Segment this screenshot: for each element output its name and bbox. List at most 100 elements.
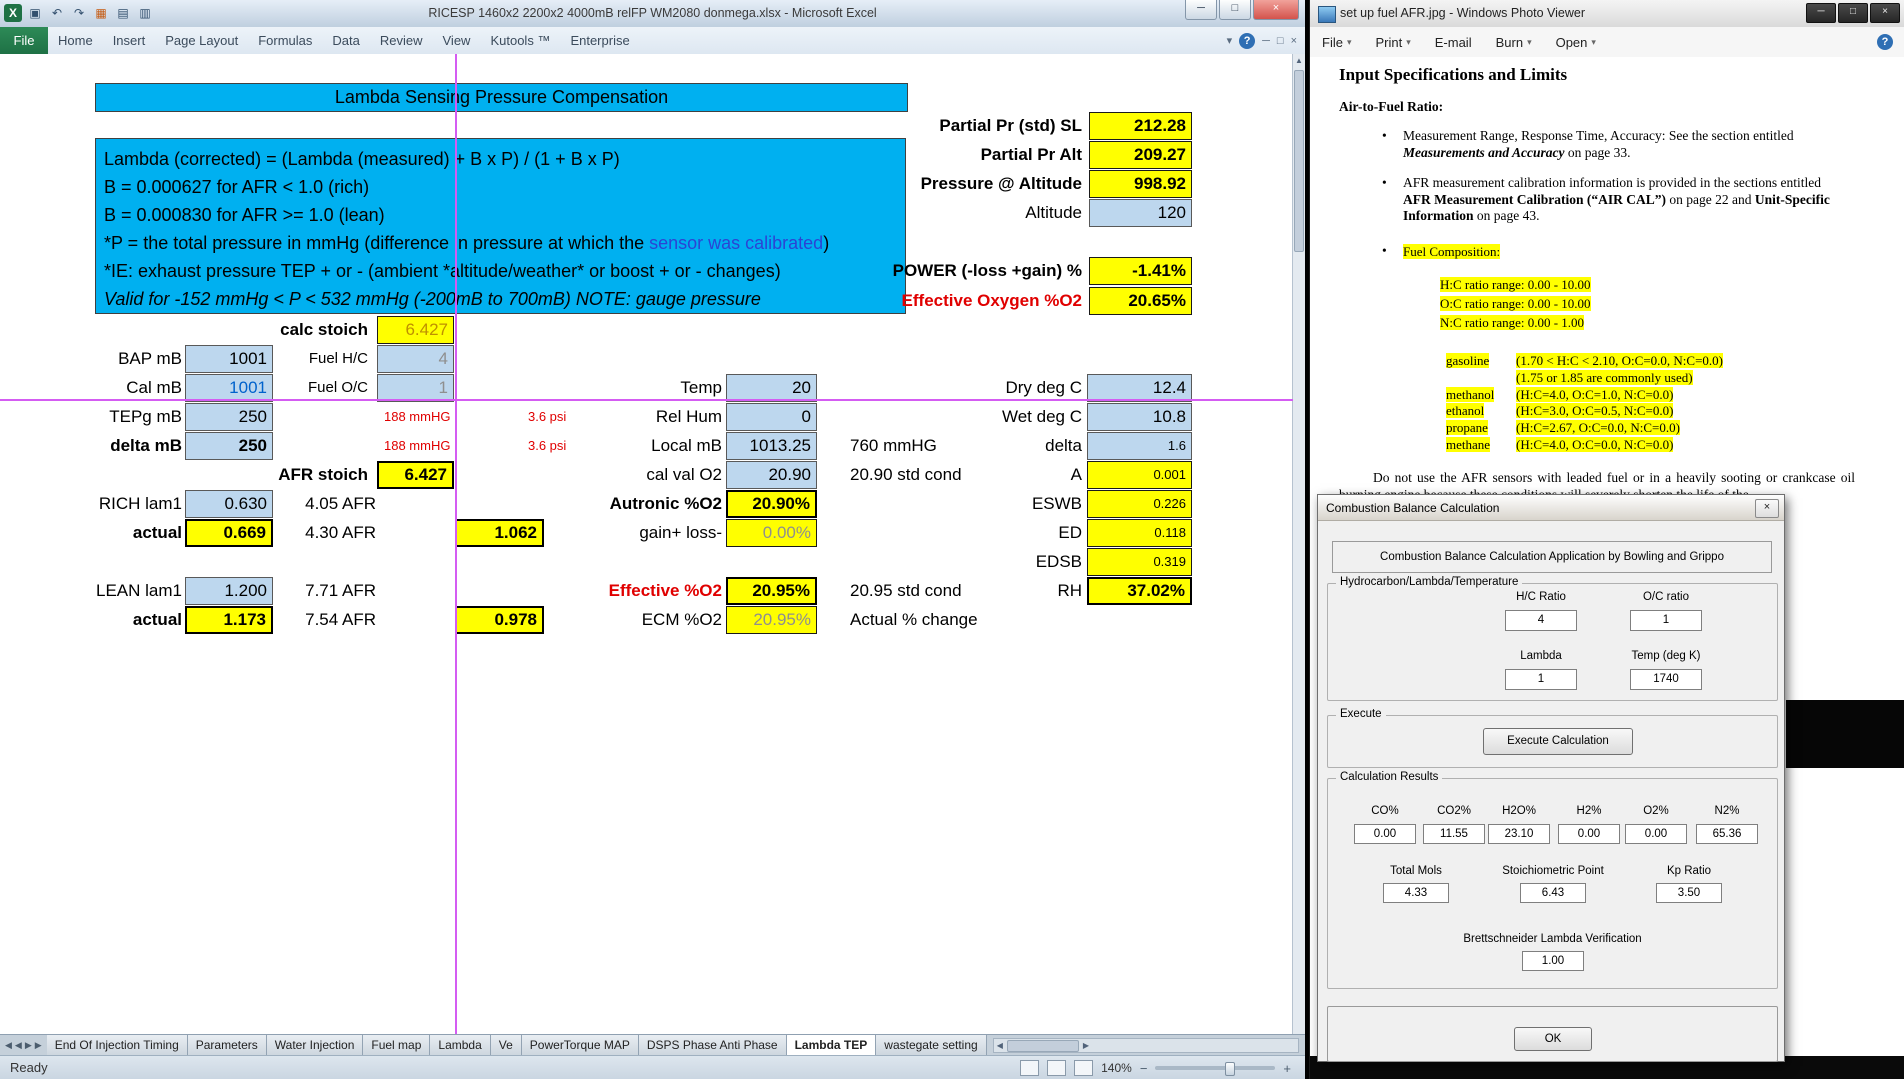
tab-home[interactable]: Home bbox=[48, 27, 103, 54]
oc-ratio-field[interactable]: 1 bbox=[1630, 610, 1702, 631]
tab-kutools[interactable]: Kutools ™ bbox=[480, 27, 560, 54]
undo-icon[interactable]: ↶ bbox=[48, 4, 66, 22]
normal-view-icon[interactable] bbox=[1020, 1060, 1039, 1076]
lean-actual-cell[interactable]: 1.173 bbox=[185, 606, 273, 634]
sheet-tab-powertorque-map[interactable]: PowerTorque MAP bbox=[522, 1035, 639, 1056]
minimize-button[interactable]: ─ bbox=[1185, 0, 1217, 20]
minimize-button[interactable]: ─ bbox=[1806, 3, 1836, 23]
sheet-tab-dsps-phase-anti-phase[interactable]: DSPS Phase Anti Phase bbox=[639, 1035, 787, 1056]
a-cell[interactable]: 0.001 bbox=[1087, 461, 1192, 489]
redo-icon[interactable]: ↷ bbox=[70, 4, 88, 22]
dry-deg-cell[interactable]: 12.4 bbox=[1087, 374, 1192, 402]
print-icon[interactable]: ▥ bbox=[136, 4, 154, 22]
close-button[interactable]: × bbox=[1253, 0, 1299, 20]
tab-page-layout[interactable]: Page Layout bbox=[155, 27, 248, 54]
sheet-tab-parameters[interactable]: Parameters bbox=[188, 1035, 267, 1056]
total-mols-field[interactable]: 4.33 bbox=[1383, 883, 1449, 903]
excel-logo-icon[interactable]: X bbox=[4, 4, 22, 22]
kp-ratio-field[interactable]: 3.50 bbox=[1656, 883, 1722, 903]
power-cell[interactable]: -1.41% bbox=[1089, 257, 1192, 285]
sheet-tab-fuel-map[interactable]: Fuel map bbox=[363, 1035, 430, 1056]
prev-sheet-icon[interactable]: ◀ bbox=[15, 1040, 22, 1051]
tab-insert[interactable]: Insert bbox=[103, 27, 156, 54]
menu-open[interactable]: Open▾ bbox=[1556, 35, 1596, 50]
rel-hum-cell[interactable]: 0 bbox=[726, 403, 817, 431]
sheet-tab-lambda[interactable]: Lambda bbox=[430, 1035, 490, 1056]
help-icon[interactable]: ? bbox=[1877, 34, 1893, 50]
o2-field[interactable]: 0.00 bbox=[1625, 824, 1687, 844]
local-mb-cell[interactable]: 1013.25 bbox=[726, 432, 817, 460]
horizontal-scroll-thumb[interactable] bbox=[1007, 1040, 1079, 1052]
n2-field[interactable]: 65.36 bbox=[1696, 824, 1758, 844]
spreadsheet-area[interactable]: Lambda Sensing Pressure Compensation Lam… bbox=[0, 54, 1293, 1034]
menu-burn[interactable]: Burn▾ bbox=[1496, 35, 1532, 50]
workbook-restore-icon[interactable]: □ bbox=[1277, 35, 1284, 47]
maximize-button[interactable]: □ bbox=[1838, 3, 1868, 23]
edsb-cell[interactable]: 0.319 bbox=[1087, 548, 1192, 576]
chevron-down-icon[interactable]: ▾ bbox=[1227, 34, 1233, 47]
partial-pr-std-cell[interactable]: 212.28 bbox=[1089, 112, 1192, 140]
save-icon[interactable]: ▣ bbox=[26, 4, 44, 22]
sheet-tab-end-of-injection-timing[interactable]: End Of Injection Timing bbox=[47, 1035, 188, 1056]
co2-field[interactable]: 11.55 bbox=[1423, 824, 1485, 844]
workbook-close-icon[interactable]: × bbox=[1291, 35, 1297, 47]
partial-pr-alt-cell[interactable]: 209.27 bbox=[1089, 141, 1192, 169]
lambda-field[interactable]: 1 bbox=[1505, 669, 1577, 690]
temp-deg-k-field[interactable]: 1740 bbox=[1630, 669, 1702, 690]
effective-o2-cell[interactable]: 20.95% bbox=[726, 577, 817, 605]
tab-formulas[interactable]: Formulas bbox=[248, 27, 322, 54]
tab-file[interactable]: File bbox=[0, 27, 48, 54]
sheet-tab-ve[interactable]: Ve bbox=[491, 1035, 522, 1056]
sheet-tab-water-injection[interactable]: Water Injection bbox=[267, 1035, 364, 1056]
pressure-altitude-cell[interactable]: 998.92 bbox=[1089, 170, 1192, 198]
close-icon[interactable]: × bbox=[1755, 499, 1779, 518]
tab-enterprise[interactable]: Enterprise bbox=[560, 27, 639, 54]
tab-view[interactable]: View bbox=[433, 27, 481, 54]
rh-cell[interactable]: 37.02% bbox=[1087, 577, 1192, 605]
formula-info-box[interactable]: Lambda (corrected) = (Lambda (measured) … bbox=[95, 138, 906, 314]
ok-button[interactable]: OK bbox=[1514, 1027, 1592, 1051]
menu-email[interactable]: E-mail bbox=[1435, 35, 1472, 50]
close-button[interactable]: × bbox=[1870, 3, 1900, 23]
zoom-slider[interactable] bbox=[1155, 1066, 1275, 1070]
tab-review[interactable]: Review bbox=[370, 27, 433, 54]
worksheet-icon[interactable]: ▤ bbox=[114, 4, 132, 22]
scroll-up-icon[interactable]: ▲ bbox=[1293, 54, 1305, 68]
delta-mb-cell[interactable]: 250 bbox=[185, 432, 273, 460]
sheet-tab-lambda-tep[interactable]: Lambda TEP bbox=[787, 1035, 877, 1056]
ecm-o2-cell[interactable]: 20.95% bbox=[726, 606, 817, 634]
tab-data[interactable]: Data bbox=[322, 27, 369, 54]
last-sheet-icon[interactable]: ▶ bbox=[35, 1040, 42, 1051]
tepg-cell[interactable]: 250 bbox=[185, 403, 273, 431]
menu-print[interactable]: Print▾ bbox=[1375, 35, 1410, 50]
page-break-view-icon[interactable] bbox=[1074, 1060, 1093, 1076]
maximize-button[interactable]: □ bbox=[1219, 0, 1251, 20]
rich-lam1-cell[interactable]: 0.630 bbox=[185, 490, 273, 518]
cal-val-o2-cell[interactable]: 20.90 bbox=[726, 461, 817, 489]
eswb-cell[interactable]: 0.226 bbox=[1087, 490, 1192, 518]
sheet-title-cell[interactable]: Lambda Sensing Pressure Compensation bbox=[95, 83, 908, 112]
scroll-right-icon[interactable]: ▶ bbox=[1083, 1041, 1089, 1050]
ed-cell[interactable]: 0.118 bbox=[1087, 519, 1192, 547]
zoom-in-icon[interactable]: + bbox=[1283, 1061, 1291, 1076]
workbook-minimize-icon[interactable]: ─ bbox=[1262, 35, 1270, 47]
vertical-scroll-thumb[interactable] bbox=[1294, 70, 1304, 252]
brettschneider-field[interactable]: 1.00 bbox=[1522, 951, 1584, 971]
lean-lam1-cell[interactable]: 1.200 bbox=[185, 577, 273, 605]
help-icon[interactable]: ? bbox=[1239, 33, 1255, 49]
fuel-oc-cell[interactable]: 1 bbox=[377, 374, 454, 402]
horizontal-scrollbar[interactable]: ◀ ▶ bbox=[993, 1038, 1299, 1053]
hc-ratio-field[interactable]: 4 bbox=[1505, 610, 1577, 631]
zoom-slider-thumb[interactable] bbox=[1225, 1062, 1235, 1076]
first-sheet-icon[interactable]: ◀ bbox=[5, 1040, 12, 1051]
rich-factor-cell[interactable]: 1.062 bbox=[455, 519, 544, 547]
zoom-out-icon[interactable]: − bbox=[1140, 1061, 1148, 1076]
fuel-hc-cell[interactable]: 4 bbox=[377, 345, 454, 373]
kutools-grid-icon[interactable]: ▦ bbox=[92, 4, 110, 22]
wet-deg-cell[interactable]: 10.8 bbox=[1087, 403, 1192, 431]
scro ll-left-icon[interactable]: ◀ bbox=[997, 1041, 1003, 1050]
page-layout-view-icon[interactable] bbox=[1047, 1060, 1066, 1076]
menu-file[interactable]: File▾ bbox=[1322, 35, 1351, 50]
afr-stoich-cell[interactable]: 6.427 bbox=[377, 461, 454, 489]
sheet-tab-wastegate-setting[interactable]: wastegate setting bbox=[876, 1035, 986, 1056]
